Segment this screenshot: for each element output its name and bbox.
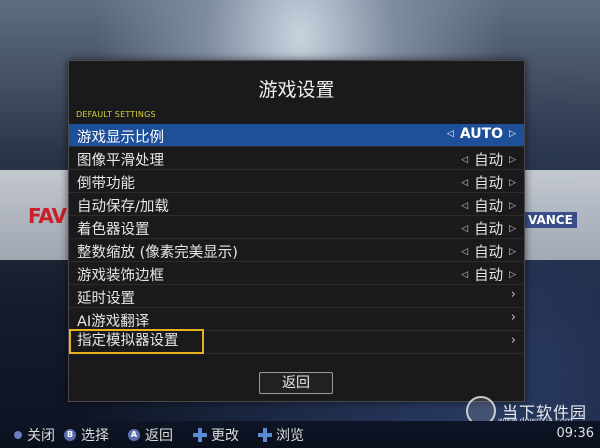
arrow-right-icon[interactable]: ▷ [509, 155, 516, 165]
hint-back[interactable]: A 返回 [128, 425, 173, 445]
background-logo-right: VANCE [524, 212, 577, 228]
setting-value: 自动 [474, 222, 504, 238]
chevron-right-icon: › [510, 333, 516, 348]
setting-label: 倒带功能 [77, 176, 135, 192]
setting-row-latency[interactable]: 延时设置 › [69, 285, 524, 308]
setting-row-display-ratio[interactable]: 游戏显示比例 ◁ AUTO ▷ [69, 124, 524, 147]
arrow-right-icon[interactable]: ▷ [509, 247, 516, 257]
section-label: DEFAULT SETTINGS [76, 110, 156, 119]
arrow-left-icon[interactable]: ◁ [461, 178, 468, 188]
arrow-right-icon[interactable]: ▷ [509, 224, 516, 234]
back-button[interactable]: 返回 [259, 372, 333, 394]
setting-label: AI游戏翻译 [77, 314, 150, 330]
setting-row-autosave[interactable]: 自动保存/加载 ◁ 自动 ▷ [69, 193, 524, 216]
hint-select[interactable]: B 选择 [64, 425, 109, 445]
hint-label: 关闭 [27, 428, 55, 444]
setting-row-smoothing[interactable]: 图像平滑处理 ◁ 自动 ▷ [69, 147, 524, 170]
settings-list: 游戏显示比例 ◁ AUTO ▷ 图像平滑处理 ◁ 自动 ▷ 倒带功能 ◁ 自动 … [69, 124, 524, 354]
hint-label: 浏览 [276, 428, 304, 444]
hint-close[interactable]: 关闭 [14, 425, 55, 445]
controller-button-icon [14, 431, 22, 439]
setting-label: 游戏显示比例 [77, 130, 164, 146]
arrow-right-icon[interactable]: ▷ [509, 201, 516, 211]
arrow-right-icon[interactable]: ▷ [509, 270, 516, 280]
hint-change[interactable]: 更改 [193, 425, 239, 445]
chevron-right-icon: › [510, 287, 516, 302]
clock: 09:36 [556, 426, 594, 441]
dpad-icon [258, 428, 272, 442]
arrow-left-icon[interactable]: ◁ [461, 155, 468, 165]
hint-label: 返回 [145, 428, 173, 444]
setting-value: 自动 [474, 176, 504, 192]
setting-value: 自动 [474, 268, 504, 284]
b-button-icon: B [64, 429, 76, 441]
setting-row-ai-translate[interactable]: AI游戏翻译 › [69, 308, 524, 331]
arrow-left-icon[interactable]: ◁ [461, 247, 468, 257]
setting-label: 游戏装饰边框 [77, 268, 164, 284]
arrow-left-icon[interactable]: ◁ [461, 201, 468, 211]
setting-label: 延时设置 [77, 291, 135, 307]
setting-label: 自动保存/加载 [77, 199, 169, 215]
game-settings-dialog: 游戏设置 DEFAULT SETTINGS 游戏显示比例 ◁ AUTO ▷ 图像… [68, 60, 525, 402]
setting-row-bezel[interactable]: 游戏装饰边框 ◁ 自动 ▷ [69, 262, 524, 285]
arrow-left-icon[interactable]: ◁ [461, 270, 468, 280]
bottom-hint-bar: 关闭 B 选择 A 返回 更改 浏览 09:36 [0, 421, 600, 448]
chevron-right-icon: › [510, 310, 516, 325]
setting-value: 自动 [474, 153, 504, 169]
setting-label: 着色器设置 [77, 222, 150, 238]
arrow-left-icon[interactable]: ◁ [447, 129, 454, 139]
hint-browse[interactable]: 浏览 [258, 425, 304, 445]
setting-label: 整数缩放 (像素完美显示) [77, 245, 238, 261]
setting-row-shader[interactable]: 着色器设置 ◁ 自动 ▷ [69, 216, 524, 239]
setting-value: 自动 [474, 199, 504, 215]
dpad-icon [193, 428, 207, 442]
arrow-right-icon[interactable]: ▷ [509, 129, 516, 139]
arrow-right-icon[interactable]: ▷ [509, 178, 516, 188]
setting-row-integer-scale[interactable]: 整数缩放 (像素完美显示) ◁ 自动 ▷ [69, 239, 524, 262]
setting-row-emulator-settings[interactable]: 指定模拟器设置 › [69, 329, 524, 354]
background-logo-left: FAV [28, 204, 67, 228]
setting-value: 自动 [474, 245, 504, 261]
hint-label: 选择 [81, 428, 109, 444]
setting-label: 图像平滑处理 [77, 153, 164, 169]
arrow-left-icon[interactable]: ◁ [461, 224, 468, 234]
setting-row-rewind[interactable]: 倒带功能 ◁ 自动 ▷ [69, 170, 524, 193]
a-button-icon: A [128, 429, 140, 441]
setting-value: AUTO [459, 126, 504, 142]
dialog-title: 游戏设置 [258, 79, 335, 101]
hint-label: 更改 [211, 428, 239, 444]
setting-label: 指定模拟器设置 [69, 329, 204, 354]
